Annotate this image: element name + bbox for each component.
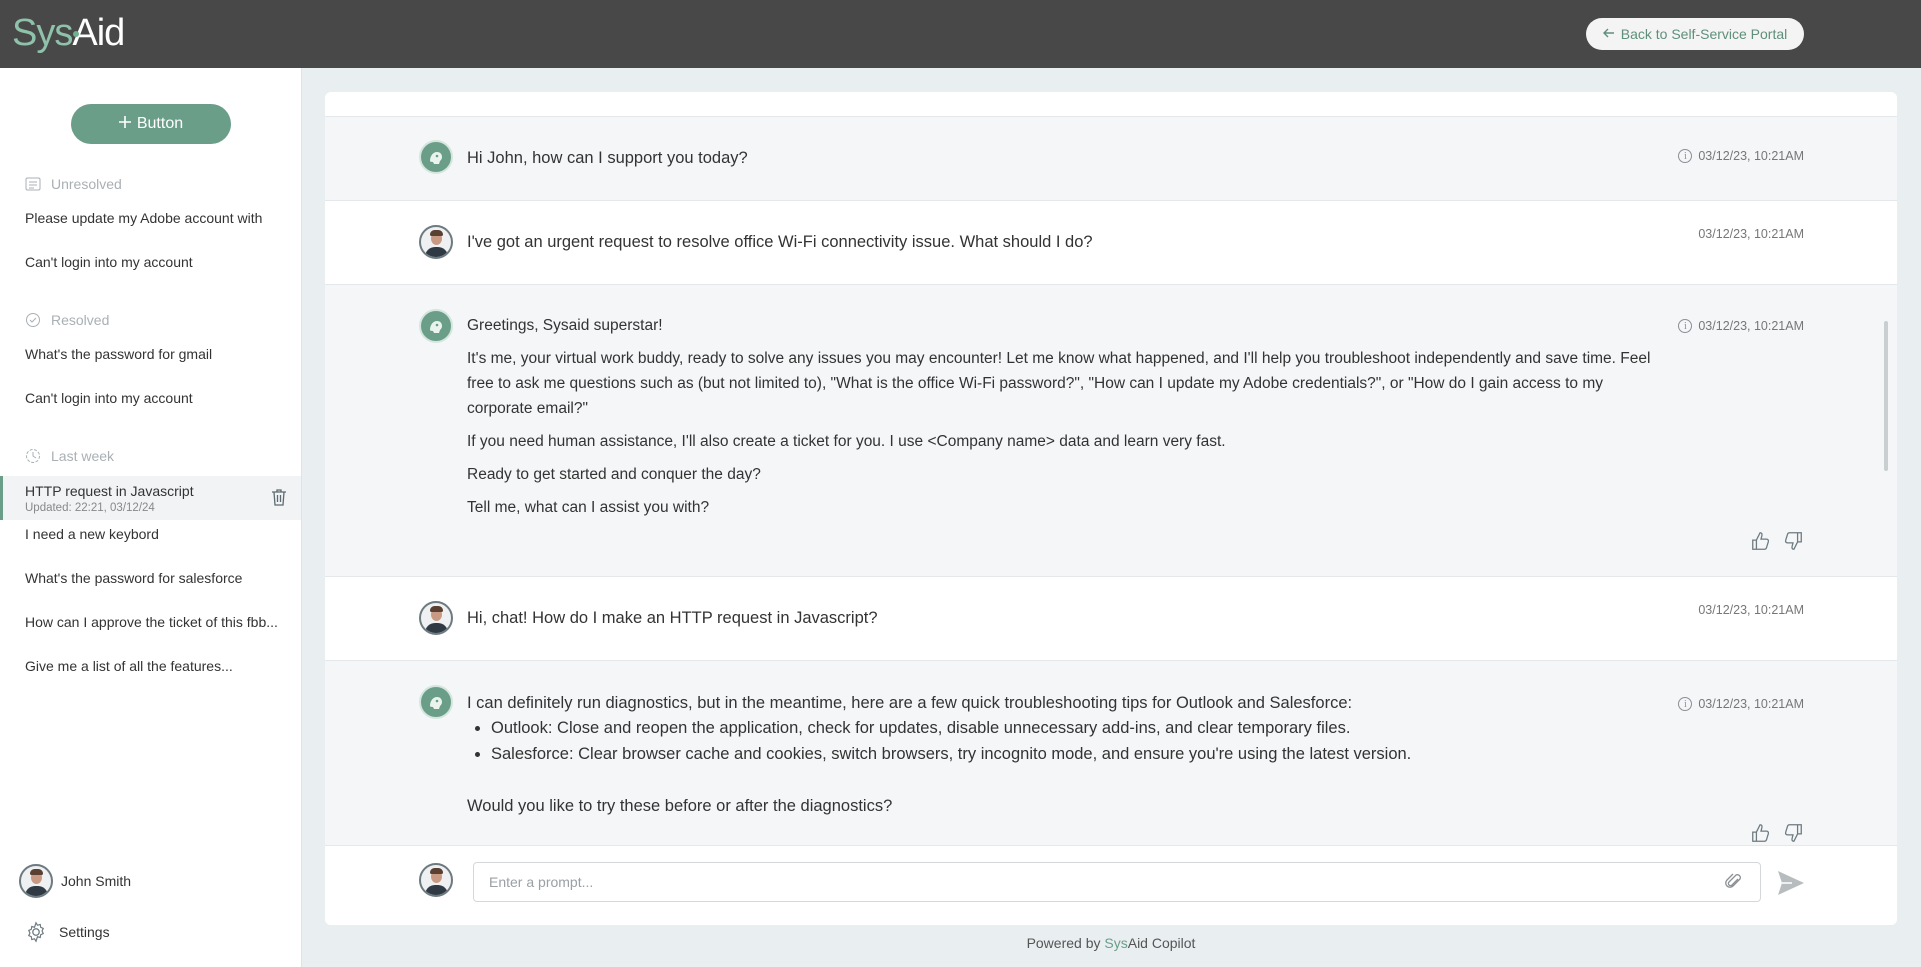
bot-message: Hi John, how can I support you today? i …	[325, 116, 1897, 200]
message-text: Greetings, Sysaid superstar! It's me, yo…	[467, 317, 1651, 516]
section-resolved: Resolved	[25, 312, 109, 328]
sidebar-item[interactable]: Please update my Adobe account with	[0, 196, 301, 240]
bot-icon	[430, 697, 442, 709]
settings-link[interactable]: Settings	[25, 921, 110, 943]
tips-list: Outlook: Close and reopen the applicatio…	[467, 716, 1617, 767]
sidebar-item[interactable]: I need a new keybord	[0, 512, 301, 556]
message-timestamp: i 03/12/23, 10:21AM	[1678, 697, 1804, 711]
list-item: Outlook: Close and reopen the applicatio…	[491, 716, 1617, 741]
bot-avatar	[419, 685, 453, 719]
message-text: Hi, chat! How do I make an HTTP request …	[467, 609, 878, 627]
logo-aid-text: Aid	[72, 12, 125, 54]
list-item: Salesforce: Clear browser cache and cook…	[491, 742, 1617, 767]
bot-icon	[430, 152, 442, 164]
footer: Powered by SysAid Copilot	[1026, 935, 1196, 951]
top-header: SysAid Back to Self-Service Portal	[0, 0, 1921, 68]
avatar	[419, 601, 453, 635]
history-icon	[26, 449, 40, 463]
sidebar-item[interactable]: What's the password for gmail	[0, 332, 301, 376]
back-button-label: Back to Self-Service Portal	[1620, 26, 1788, 42]
new-chat-button[interactable]: Button	[71, 104, 231, 144]
trash-icon[interactable]	[271, 488, 287, 506]
bot-message: Greetings, Sysaid superstar! It's me, yo…	[325, 284, 1897, 576]
message-text: Hi John, how can I support you today?	[467, 149, 748, 167]
section-unresolved: Unresolved	[25, 176, 122, 192]
bot-avatar	[419, 309, 453, 343]
sidebar-item[interactable]: Can't login into my account	[0, 376, 301, 420]
info-icon[interactable]: i	[1678, 319, 1693, 333]
avatar	[419, 225, 453, 259]
chat-panel: Hi John, how can I support you today? i …	[325, 92, 1897, 925]
prompt-input[interactable]	[473, 862, 1761, 902]
check-circle-icon	[26, 313, 40, 327]
message-timestamp: 03/12/23, 10:21AM	[1698, 227, 1804, 241]
bot-icon	[430, 321, 442, 333]
thumbs-down-icon[interactable]	[1782, 822, 1804, 844]
user-message: I've got an urgent request to resolve of…	[325, 200, 1897, 284]
feedback-buttons	[1750, 530, 1804, 552]
feedback-buttons	[1750, 822, 1804, 844]
thumbs-up-icon[interactable]	[1750, 530, 1772, 552]
prompt-area	[325, 845, 1897, 925]
user-name: John Smith	[61, 873, 132, 889]
info-icon[interactable]: i	[1678, 149, 1693, 163]
logo-sys-text: Sys	[12, 12, 73, 54]
arrow-left-icon	[1602, 26, 1615, 42]
user-profile[interactable]: John Smith	[19, 864, 131, 898]
sidebar-item[interactable]: Give me a list of all the features...	[0, 644, 301, 688]
sidebar: Button Unresolved Please update my Adobe…	[0, 68, 302, 967]
message-text: I can definitely run diagnostics, but in…	[467, 691, 1617, 819]
bot-avatar	[419, 140, 453, 174]
thumbs-up-icon[interactable]	[1750, 822, 1772, 844]
sidebar-item[interactable]: Can't login into my account	[0, 240, 301, 284]
message-timestamp: i 03/12/23, 10:21AM	[1678, 149, 1804, 163]
send-icon[interactable]	[1777, 870, 1805, 896]
message-timestamp: i 03/12/23, 10:21AM	[1678, 319, 1804, 333]
avatar	[19, 864, 53, 898]
message-timestamp: 03/12/23, 10:21AM	[1698, 603, 1804, 617]
bot-message: I can definitely run diagnostics, but in…	[325, 660, 1897, 845]
message-text: I've got an urgent request to resolve of…	[467, 233, 1093, 251]
thumbs-down-icon[interactable]	[1782, 530, 1804, 552]
list-icon	[25, 177, 41, 191]
sysaid-logo[interactable]: SysAid	[12, 12, 125, 55]
section-last-week: Last week	[25, 448, 114, 464]
sidebar-item[interactable]: What's the password for salesforce	[0, 556, 301, 600]
logo-dot	[73, 31, 79, 37]
gear-icon	[27, 921, 45, 943]
info-icon[interactable]: i	[1678, 697, 1693, 711]
chat-scrollbar[interactable]	[1884, 321, 1888, 471]
sidebar-item[interactable]: How can I approve the ticket of this fbb…	[0, 600, 301, 644]
plus-icon	[118, 115, 131, 133]
avatar	[419, 863, 453, 897]
paperclip-icon[interactable]	[1725, 873, 1743, 891]
new-chat-button-label: Button	[136, 115, 184, 132]
user-message: Hi, chat! How do I make an HTTP request …	[325, 576, 1897, 660]
back-to-portal-button[interactable]: Back to Self-Service Portal	[1586, 18, 1804, 50]
